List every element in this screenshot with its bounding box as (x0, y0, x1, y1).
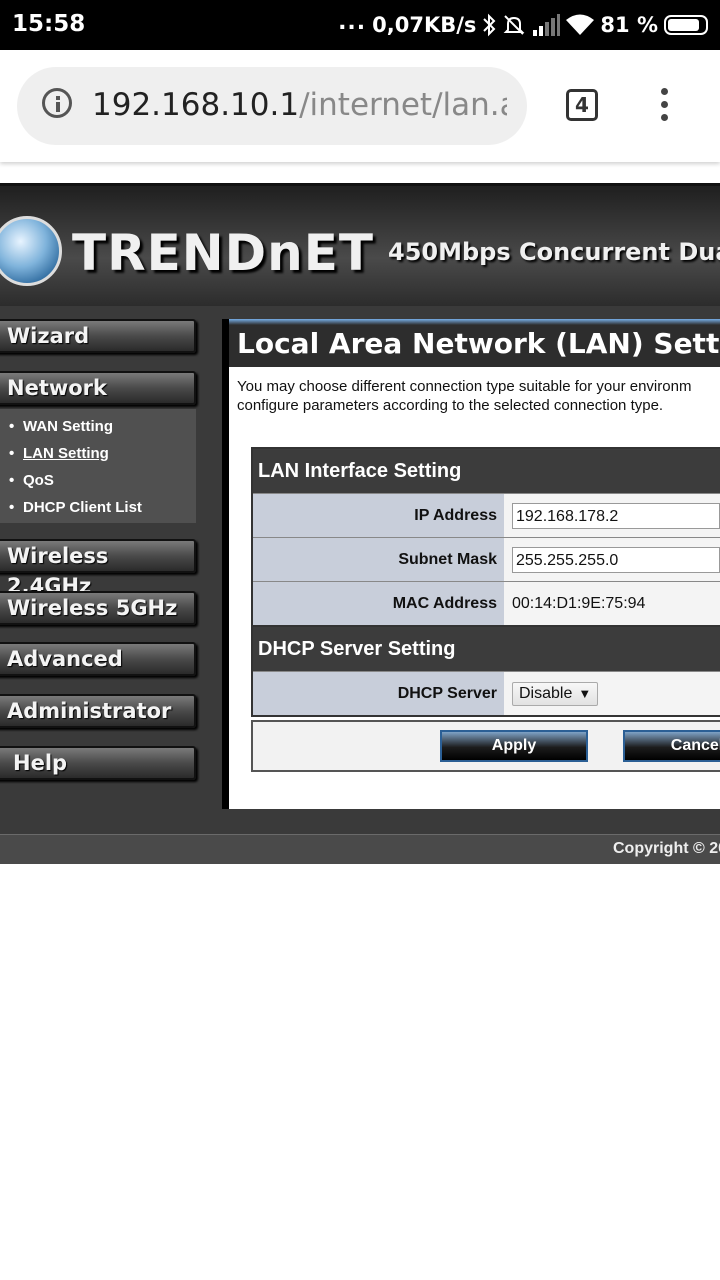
nav-network[interactable]: Network (0, 371, 196, 405)
dhcp-server-value: Disable (519, 684, 573, 702)
lan-section-heading: LAN Interface Setting (253, 449, 720, 493)
url-path: /internet/lan.asp (299, 87, 507, 123)
dhcp-server-label: DHCP Server (253, 672, 504, 715)
subnav-dhcp-client-list[interactable]: • DHCP Client List (0, 495, 196, 522)
mac-address-label: MAC Address (253, 582, 504, 625)
copyright-text: Copyright © 20 (613, 840, 720, 857)
main-content: Local Area Network (LAN) Settings You ma… (222, 319, 720, 809)
dhcp-section-heading: DHCP Server Setting (253, 627, 720, 671)
status-bar: 15:58 ... 0,07KB/s 81 % (0, 0, 720, 50)
nav-administrator[interactable]: Administrator (0, 694, 196, 728)
mac-address-row: MAC Address 00:14:D1:9E:75:94 (253, 581, 720, 625)
status-icons: ... 0,07KB/s 81 % (338, 10, 708, 40)
lan-interface-section: LAN Interface Setting IP Address 192.168… (251, 447, 720, 627)
product-tagline: 450Mbps Concurrent Dual B (388, 238, 720, 266)
ip-address-input[interactable]: 192.168.178.2 (512, 502, 720, 529)
trendnet-logo-icon (0, 216, 62, 286)
status-time: 15:58 (12, 11, 86, 37)
subnav-wan-setting[interactable]: • WAN Setting (0, 414, 196, 441)
dhcp-server-section: DHCP Server Setting DHCP Server Disable ▼ (251, 625, 720, 717)
nav-help[interactable]: Help (0, 746, 196, 780)
tab-switcher-button[interactable]: 4 (566, 89, 598, 121)
battery-icon (664, 15, 708, 35)
cancel-button[interactable]: Cancel (623, 730, 720, 762)
address-bar[interactable]: 192.168.10.1/internet/lan.asp (17, 67, 527, 145)
notification-dots: ... (338, 9, 367, 35)
dropdown-arrow-icon: ▼ (578, 685, 592, 701)
action-buttons: Apply Cancel (251, 720, 720, 772)
browser-toolbar: 192.168.10.1/internet/lan.asp 4 (0, 50, 720, 162)
wifi-icon (566, 14, 595, 36)
mute-icon (502, 13, 526, 37)
subnet-mask-label: Subnet Mask (253, 538, 504, 581)
subnav-lan-setting[interactable]: • LAN Setting (0, 441, 196, 468)
network-submenu: • WAN Setting • LAN Setting • QoS • DHCP Cli… (0, 409, 196, 523)
brand-logo: TRENDnET (72, 224, 374, 282)
dhcp-server-row: DHCP Server Disable ▼ (253, 671, 720, 715)
info-icon[interactable] (42, 88, 72, 118)
apply-button[interactable]: Apply (440, 730, 588, 762)
router-header: TRENDnET 450Mbps Concurrent Dual B (0, 183, 720, 306)
page-title: Local Area Network (LAN) Settings (229, 319, 720, 367)
url-host: 192.168.10.1 (92, 87, 300, 123)
url-text[interactable]: 192.168.10.1/internet/lan.asp (92, 87, 507, 123)
subnet-mask-input[interactable]: 255.255.255.0 (512, 546, 720, 573)
router-page: TRENDnET 450Mbps Concurrent Dual B Wizar… (0, 183, 720, 864)
router-footer: Copyright © 20 (0, 834, 720, 864)
subnav-qos[interactable]: • QoS (0, 468, 196, 495)
battery-percent: 81 % (600, 13, 658, 37)
description-line-2: configure parameters according to the se… (237, 397, 664, 414)
mac-address-value: 00:14:D1:9E:75:94 (504, 582, 720, 625)
nav-wizard[interactable]: Wizard (0, 319, 196, 353)
dhcp-server-select[interactable]: Disable ▼ (512, 681, 599, 706)
ip-address-row: IP Address 192.168.178.2 (253, 493, 720, 537)
nav-advanced[interactable]: Advanced (0, 642, 196, 676)
subnet-mask-row: Subnet Mask 255.255.255.0 (253, 537, 720, 581)
bluetooth-icon (482, 13, 496, 37)
nav-wireless-24ghz[interactable]: Wireless 2.4GHz (0, 539, 196, 598)
description-line-1: You may choose different connection type… (237, 378, 692, 395)
network-speed: 0,07KB/s (372, 13, 477, 37)
page-description: You may choose different connection type… (237, 377, 720, 415)
signal-icon (532, 14, 561, 36)
nav-wireless-5ghz[interactable]: Wireless 5GHz (0, 591, 196, 625)
ip-address-label: IP Address (253, 494, 504, 537)
menu-icon[interactable] (658, 88, 670, 124)
